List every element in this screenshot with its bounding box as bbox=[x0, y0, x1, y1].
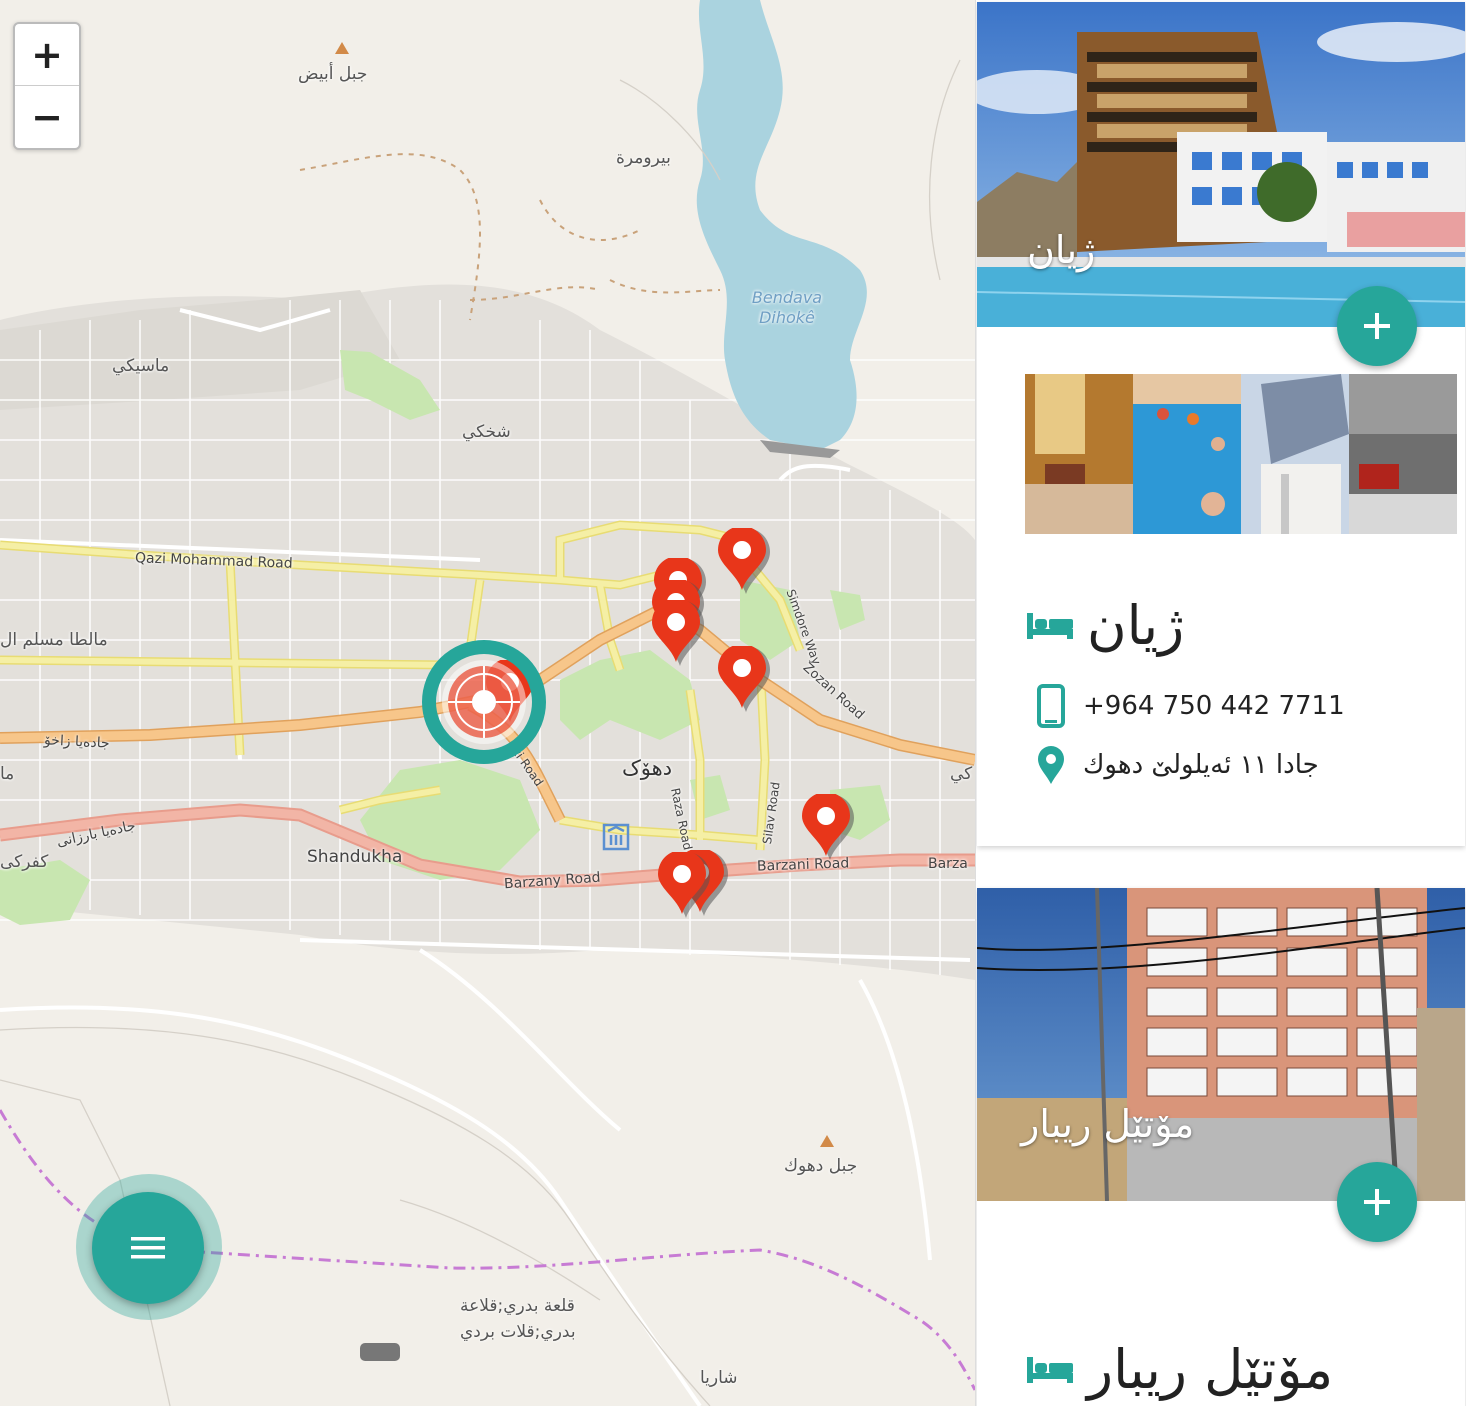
map-label-road: جادەیا زاخۆ bbox=[43, 732, 111, 752]
map-label: ما bbox=[0, 764, 15, 784]
hotel-marker[interactable] bbox=[650, 600, 704, 670]
map-label: شخكي bbox=[462, 422, 511, 442]
menu-button[interactable] bbox=[92, 1192, 204, 1304]
hotel-marker[interactable] bbox=[656, 852, 710, 922]
map-label-road: Barza bbox=[928, 856, 968, 872]
hotel-hero-title: ژيان bbox=[1027, 228, 1096, 272]
zoom-out-button[interactable]: − bbox=[15, 86, 79, 147]
map-label-city: دهۆک bbox=[622, 756, 673, 780]
hotel-name-row: مۆتێل ريبار bbox=[1027, 1338, 1333, 1401]
hotel-marker[interactable] bbox=[716, 528, 770, 598]
hotel-marker[interactable] bbox=[800, 794, 854, 864]
hotel-marker[interactable] bbox=[716, 646, 770, 716]
phone-icon bbox=[1037, 684, 1065, 728]
map-label: بيرومرة bbox=[616, 148, 671, 168]
hotel-name-row: ژیان bbox=[1027, 594, 1184, 657]
gallery-thumbnail[interactable] bbox=[1133, 374, 1241, 534]
map-label: ماسيكي bbox=[112, 356, 170, 376]
my-location-icon[interactable] bbox=[422, 640, 546, 764]
hotel-photo bbox=[977, 888, 1465, 1201]
map-label: کفرکی bbox=[0, 852, 49, 872]
map-label: قلعة بدري;قلاعة bbox=[460, 1296, 575, 1316]
map-view[interactable]: جبل أبيض بيرومرة Bendava Dihokê ماسيكي ش… bbox=[0, 0, 975, 1406]
hotel-list-panel[interactable]: ژيان ژیان +964 750 442 7711 جادا ١١ ئەيل… bbox=[975, 0, 1466, 1406]
gallery-thumbnail[interactable] bbox=[1241, 374, 1349, 534]
bed-icon bbox=[1027, 612, 1073, 639]
hotel-address: جادا ١١ ئەيلولێ دهوك bbox=[1083, 750, 1319, 780]
bed-icon bbox=[1027, 1356, 1073, 1383]
hotel-card: ژيان ژیان +964 750 442 7711 جادا ١١ ئەيل… bbox=[977, 2, 1465, 846]
peak-icon bbox=[335, 42, 349, 54]
map-label: جبل أبيض bbox=[298, 64, 368, 84]
add-favorite-button[interactable] bbox=[1337, 286, 1417, 366]
hotel-gallery bbox=[1025, 374, 1457, 534]
menu-icon bbox=[131, 1237, 165, 1259]
zoom-in-button[interactable]: + bbox=[15, 24, 79, 86]
add-favorite-button[interactable] bbox=[1337, 1162, 1417, 1242]
hotel-hero-title: مۆتێل ريبار bbox=[1021, 1102, 1195, 1146]
hotel-photo bbox=[977, 2, 1465, 327]
map-label-line: Dihokê bbox=[759, 308, 815, 327]
hotel-card: مۆتێل ريبار مۆتێل ريبار bbox=[977, 888, 1465, 1406]
gallery-thumbnail[interactable] bbox=[1349, 374, 1457, 534]
gallery-thumbnail[interactable] bbox=[1025, 374, 1133, 534]
hotel-hero-image: مۆتێل ريبار bbox=[977, 888, 1465, 1201]
hotel-name: مۆتێل ريبار bbox=[1087, 1338, 1334, 1401]
map-label: بدري;قلات بردي bbox=[460, 1322, 576, 1342]
menu-fab-halo bbox=[76, 1174, 222, 1320]
hotel-hero-image: ژيان bbox=[977, 2, 1465, 327]
plus-icon bbox=[1364, 313, 1390, 339]
location-pin-icon bbox=[1038, 746, 1064, 784]
hotel-address-row: جادا ١١ ئەيلولێ دهوك bbox=[1033, 746, 1319, 784]
map-label-water: Bendava Dihokê bbox=[744, 288, 830, 328]
peak-icon bbox=[820, 1135, 834, 1147]
plus-icon bbox=[1364, 1189, 1390, 1215]
map-label: جبل دهوك bbox=[784, 1156, 858, 1176]
map-label: Shandukha bbox=[307, 847, 403, 867]
map-label: شاريا bbox=[700, 1368, 738, 1388]
hotel-phone[interactable]: +964 750 442 7711 bbox=[1083, 691, 1345, 721]
drag-handle[interactable] bbox=[360, 1343, 400, 1361]
map-label: مالطا مسلم ال bbox=[0, 630, 108, 650]
zoom-control: + − bbox=[13, 22, 81, 150]
hotel-phone-row[interactable]: +964 750 442 7711 bbox=[1033, 684, 1345, 728]
hotel-name: ژیان bbox=[1087, 594, 1185, 657]
map-label: کي bbox=[950, 764, 973, 784]
map-label-line: Bendava bbox=[751, 288, 823, 307]
